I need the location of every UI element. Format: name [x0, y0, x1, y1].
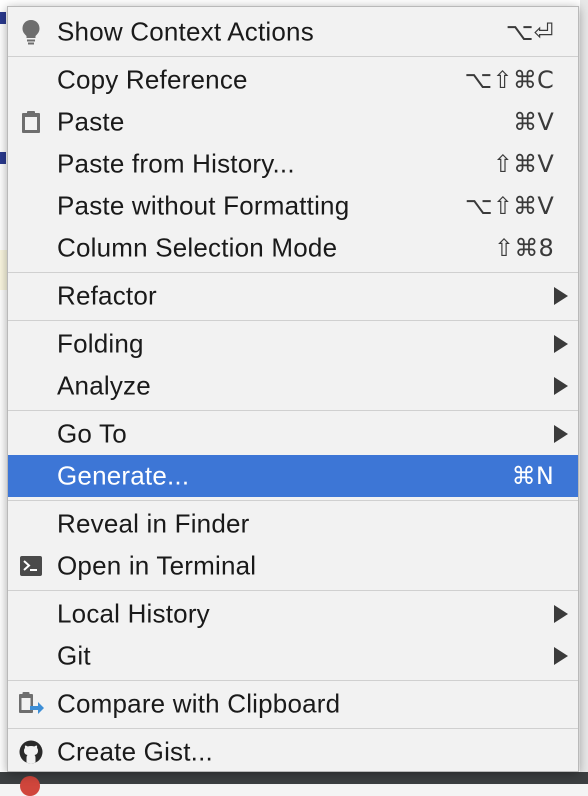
menu-item-label: Generate...: [57, 460, 190, 491]
menu-item-git[interactable]: Git: [8, 635, 578, 677]
menu-item-compare-with-clipboard[interactable]: Compare with Clipboard: [8, 683, 578, 725]
menu-item-shortcut: ⌥⇧⌘C: [464, 66, 554, 94]
menu-item-shortcut: ⌥⏎: [505, 18, 554, 46]
menu-item-open-in-terminal[interactable]: Open in Terminal: [8, 545, 578, 587]
menu-item-label: Refactor: [57, 280, 157, 311]
menu-item-refactor[interactable]: Refactor: [8, 275, 578, 317]
menu-item-label: Folding: [57, 328, 144, 359]
menu-item-column-selection-mode[interactable]: Column Selection Mode ⇧⌘8: [8, 227, 578, 269]
menu-item-generate[interactable]: Generate... ⌘N: [8, 455, 578, 497]
github-icon: [18, 739, 44, 765]
status-indicator-icon: [20, 776, 40, 796]
menu-item-paste-without-formatting[interactable]: Paste without Formatting ⌥⇧⌘V: [8, 185, 578, 227]
menu-item-shortcut: ⌥⇧⌘V: [465, 192, 554, 220]
menu-item-create-gist[interactable]: Create Gist...: [8, 731, 578, 773]
menu-item-shortcut: ⌘V: [513, 108, 554, 136]
menu-separator: [8, 272, 578, 273]
menu-item-go-to[interactable]: Go To: [8, 413, 578, 455]
menu-separator: [8, 320, 578, 321]
submenu-arrow-icon: [554, 287, 568, 305]
submenu-arrow-icon: [554, 377, 568, 395]
menu-item-label: Show Context Actions: [57, 16, 314, 47]
menu-item-label: Create Gist...: [57, 736, 213, 767]
submenu-arrow-icon: [554, 425, 568, 443]
menu-item-label: Copy Reference: [57, 64, 248, 95]
menu-item-shortcut: ⇧⌘8: [494, 234, 554, 262]
editor-gutter-mark: [0, 152, 6, 164]
menu-item-reveal-in-finder[interactable]: Reveal in Finder: [8, 503, 578, 545]
menu-item-analyze[interactable]: Analyze: [8, 365, 578, 407]
editor-scroll-area: [580, 0, 588, 772]
menu-item-label: Paste without Formatting: [57, 190, 350, 221]
status-bar: [0, 772, 588, 784]
submenu-arrow-icon: [554, 647, 568, 665]
menu-separator: [8, 728, 578, 729]
terminal-icon: [18, 553, 44, 579]
menu-item-label: Column Selection Mode: [57, 232, 338, 263]
menu-separator: [8, 500, 578, 501]
menu-item-label: Paste: [57, 106, 125, 137]
menu-separator: [8, 680, 578, 681]
menu-item-label: Git: [57, 640, 91, 671]
menu-item-local-history[interactable]: Local History: [8, 593, 578, 635]
menu-item-show-context-actions[interactable]: Show Context Actions ⌥⏎: [8, 11, 578, 53]
menu-item-label: Compare with Clipboard: [57, 688, 341, 719]
editor-gutter-mark: [0, 12, 6, 24]
menu-item-shortcut: ⇧⌘V: [492, 150, 554, 178]
submenu-arrow-icon: [554, 335, 568, 353]
menu-item-label: Reveal in Finder: [57, 508, 250, 539]
submenu-arrow-icon: [554, 605, 568, 623]
context-menu: Show Context Actions ⌥⏎ Copy Reference ⌥…: [7, 6, 579, 772]
compare-clipboard-icon: [18, 691, 44, 717]
menu-separator: [8, 590, 578, 591]
menu-separator: [8, 56, 578, 57]
menu-item-label: Go To: [57, 418, 127, 449]
clipboard-icon: [18, 109, 44, 135]
menu-item-label: Open in Terminal: [57, 550, 257, 581]
menu-item-label: Analyze: [57, 370, 151, 401]
menu-item-label: Local History: [57, 598, 210, 629]
menu-item-paste[interactable]: Paste ⌘V: [8, 101, 578, 143]
menu-item-copy-reference[interactable]: Copy Reference ⌥⇧⌘C: [8, 59, 578, 101]
menu-item-label: Paste from History...: [57, 148, 295, 179]
menu-item-folding[interactable]: Folding: [8, 323, 578, 365]
menu-item-paste-from-history[interactable]: Paste from History... ⇧⌘V: [8, 143, 578, 185]
menu-separator: [8, 410, 578, 411]
lightbulb-icon: [18, 19, 44, 45]
menu-item-shortcut: ⌘N: [511, 462, 554, 490]
